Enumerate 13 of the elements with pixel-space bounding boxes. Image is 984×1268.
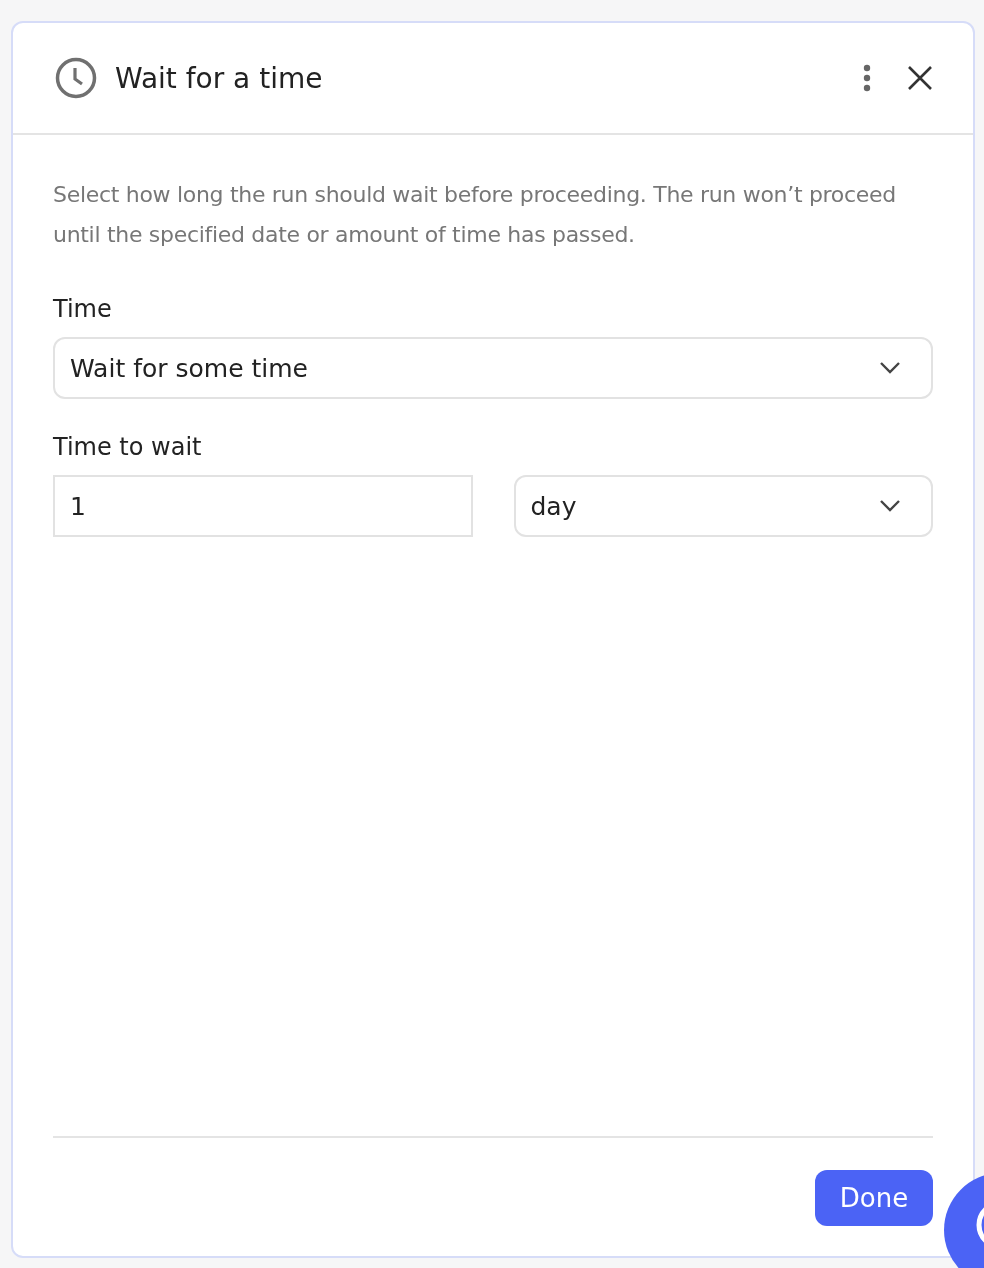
dialog-title: Wait for a time [115, 61, 324, 95]
chevron-down-icon [879, 499, 901, 513]
close-button[interactable] [907, 65, 933, 91]
field-label: Time [53, 295, 113, 323]
number-input-field[interactable]: 1 [53, 475, 473, 537]
select-field[interactable]: day [513, 475, 933, 537]
field-label: Time to wait [53, 433, 203, 461]
done-button[interactable]: Done [815, 1170, 933, 1226]
select-field[interactable]: Wait for some time [53, 337, 933, 399]
chevron-down-icon [879, 361, 901, 375]
description-text: Select how long the run should wait before proceeding. The run won’t proceed until the specified date or amount of time has passed. [53, 181, 897, 249]
more-options-button[interactable] [863, 64, 871, 92]
clock-icon [55, 57, 97, 99]
